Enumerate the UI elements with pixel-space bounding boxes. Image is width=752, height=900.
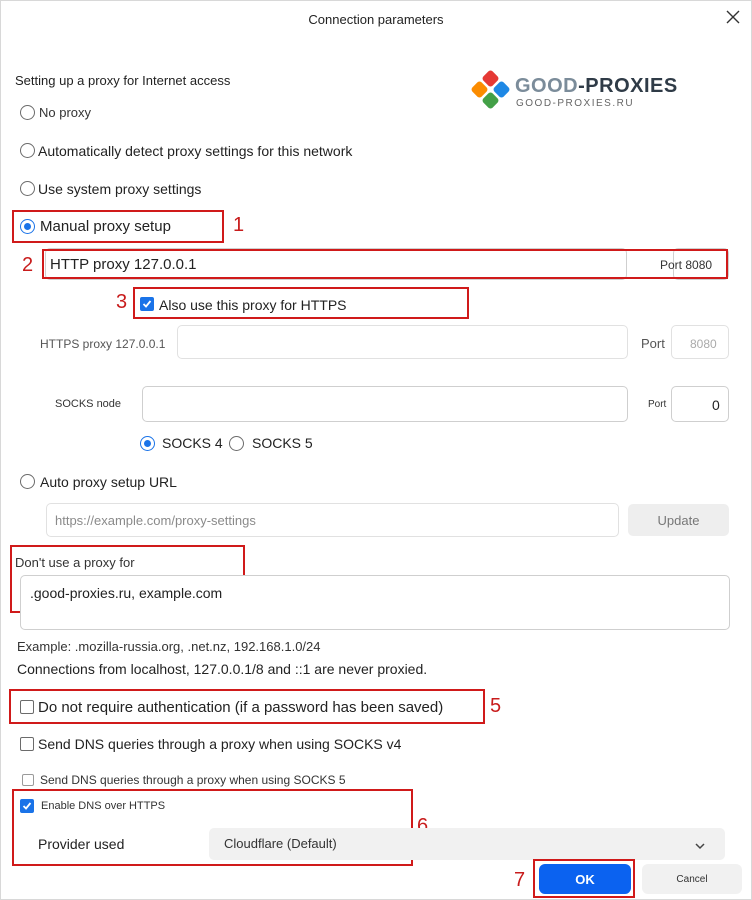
- https-proxy-label: HTTPS proxy 127.0.0.1: [40, 337, 166, 351]
- brand-name: GOOD-PROXIES: [515, 75, 678, 98]
- annotation-number-5: 5: [490, 695, 502, 717]
- http-proxy-text: HTTP proxy 127.0.0.1: [50, 256, 196, 273]
- radio-system-proxy-label: Use system proxy settings: [38, 181, 202, 197]
- radio-socks5[interactable]: [229, 436, 244, 451]
- auto-proxy-url-placeholder: https://example.com/proxy-settings: [55, 513, 256, 528]
- chevron-down-icon: [694, 838, 706, 856]
- proxy-section-heading: Setting up a proxy for Internet access: [15, 73, 231, 88]
- http-port-value: 8080: [685, 258, 713, 272]
- http-port-text: Port 8080: [660, 258, 712, 272]
- radio-auto-proxy-url[interactable]: [20, 474, 35, 489]
- brand-name-part1: GOOD: [515, 75, 579, 97]
- checkmark-icon: [142, 300, 152, 308]
- radio-no-proxy[interactable]: [20, 105, 35, 120]
- checkbox-dns-socks5-label: Send DNS queries through a proxy when us…: [40, 773, 346, 787]
- radio-auto-proxy-url-label: Auto proxy setup URL: [40, 474, 177, 490]
- socks-port-field[interactable]: [671, 386, 729, 422]
- socks-port-value: 0: [712, 397, 720, 413]
- no-proxy-example: Example: .mozilla-russia.org, .net.nz, 1…: [17, 639, 321, 654]
- no-proxy-label: Don't use a proxy for: [15, 555, 135, 570]
- brand-logo-icon: [470, 70, 512, 112]
- close-button[interactable]: [720, 4, 746, 30]
- radio-socks5-label: SOCKS 5: [252, 435, 313, 451]
- checkbox-dns-over-https[interactable]: [20, 799, 34, 813]
- radio-manual-proxy[interactable]: [20, 219, 35, 234]
- brand-name-part2: -PROXIES: [578, 75, 678, 97]
- checkbox-dns-socks5[interactable]: [22, 774, 34, 786]
- checkmark-icon: [22, 802, 32, 810]
- http-port-label: Port: [660, 258, 683, 272]
- radio-socks4-label: SOCKS 4: [162, 435, 223, 451]
- update-button[interactable]: Update: [628, 504, 729, 536]
- radio-manual-proxy-label: Manual proxy setup: [40, 218, 171, 235]
- radio-auto-detect[interactable]: [20, 143, 35, 158]
- radio-socks4[interactable]: [140, 436, 155, 451]
- cancel-button[interactable]: Cancel: [642, 864, 742, 894]
- radio-auto-detect-label: Automatically detect proxy settings for …: [38, 143, 353, 159]
- socks-node-label: SOCKS node: [55, 398, 122, 410]
- annotation-number-3: 3: [116, 291, 128, 313]
- no-proxy-note: Connections from localhost, 127.0.0.1/8 …: [17, 661, 428, 677]
- no-proxy-value: .good-proxies.ru, example.com: [30, 585, 223, 601]
- https-proxy-field[interactable]: [177, 325, 628, 359]
- annotation-number-1: 1: [233, 214, 245, 236]
- checkbox-dns-socks4-label: Send DNS queries through a proxy when us…: [38, 736, 402, 752]
- dialog-window: [0, 0, 752, 900]
- https-port-value: 8080: [690, 337, 717, 351]
- dns-provider-value: Cloudflare (Default): [224, 836, 337, 851]
- checkbox-also-https-label: Also use this proxy for HTTPS: [159, 297, 347, 313]
- close-icon: [726, 10, 740, 24]
- checkbox-dns-socks4[interactable]: [20, 737, 34, 751]
- dns-provider-label: Provider used: [38, 836, 125, 852]
- annotation-number-7: 7: [514, 869, 526, 891]
- annotation-number-2: 2: [22, 254, 34, 276]
- ok-button[interactable]: OK: [539, 864, 631, 894]
- https-port-label: Port: [641, 336, 665, 351]
- http-proxy-label: HTTP proxy: [50, 256, 130, 273]
- socks-node-field[interactable]: [142, 386, 628, 422]
- window-title: Connection parameters: [308, 12, 444, 27]
- http-proxy-value: 127.0.0.1: [133, 256, 197, 273]
- brand-domain: GOOD-PROXIES.RU: [516, 98, 635, 109]
- checkbox-also-https[interactable]: [140, 297, 154, 311]
- socks-port-label: Port: [648, 399, 667, 410]
- radio-system-proxy[interactable]: [20, 181, 35, 196]
- checkbox-dns-over-https-label: Enable DNS over HTTPS: [41, 800, 166, 812]
- checkbox-no-auth-label: Do not require authentication (if a pass…: [38, 699, 444, 716]
- radio-no-proxy-label: No proxy: [39, 105, 92, 120]
- no-proxy-textarea[interactable]: [20, 575, 730, 630]
- checkbox-no-auth[interactable]: [20, 700, 34, 714]
